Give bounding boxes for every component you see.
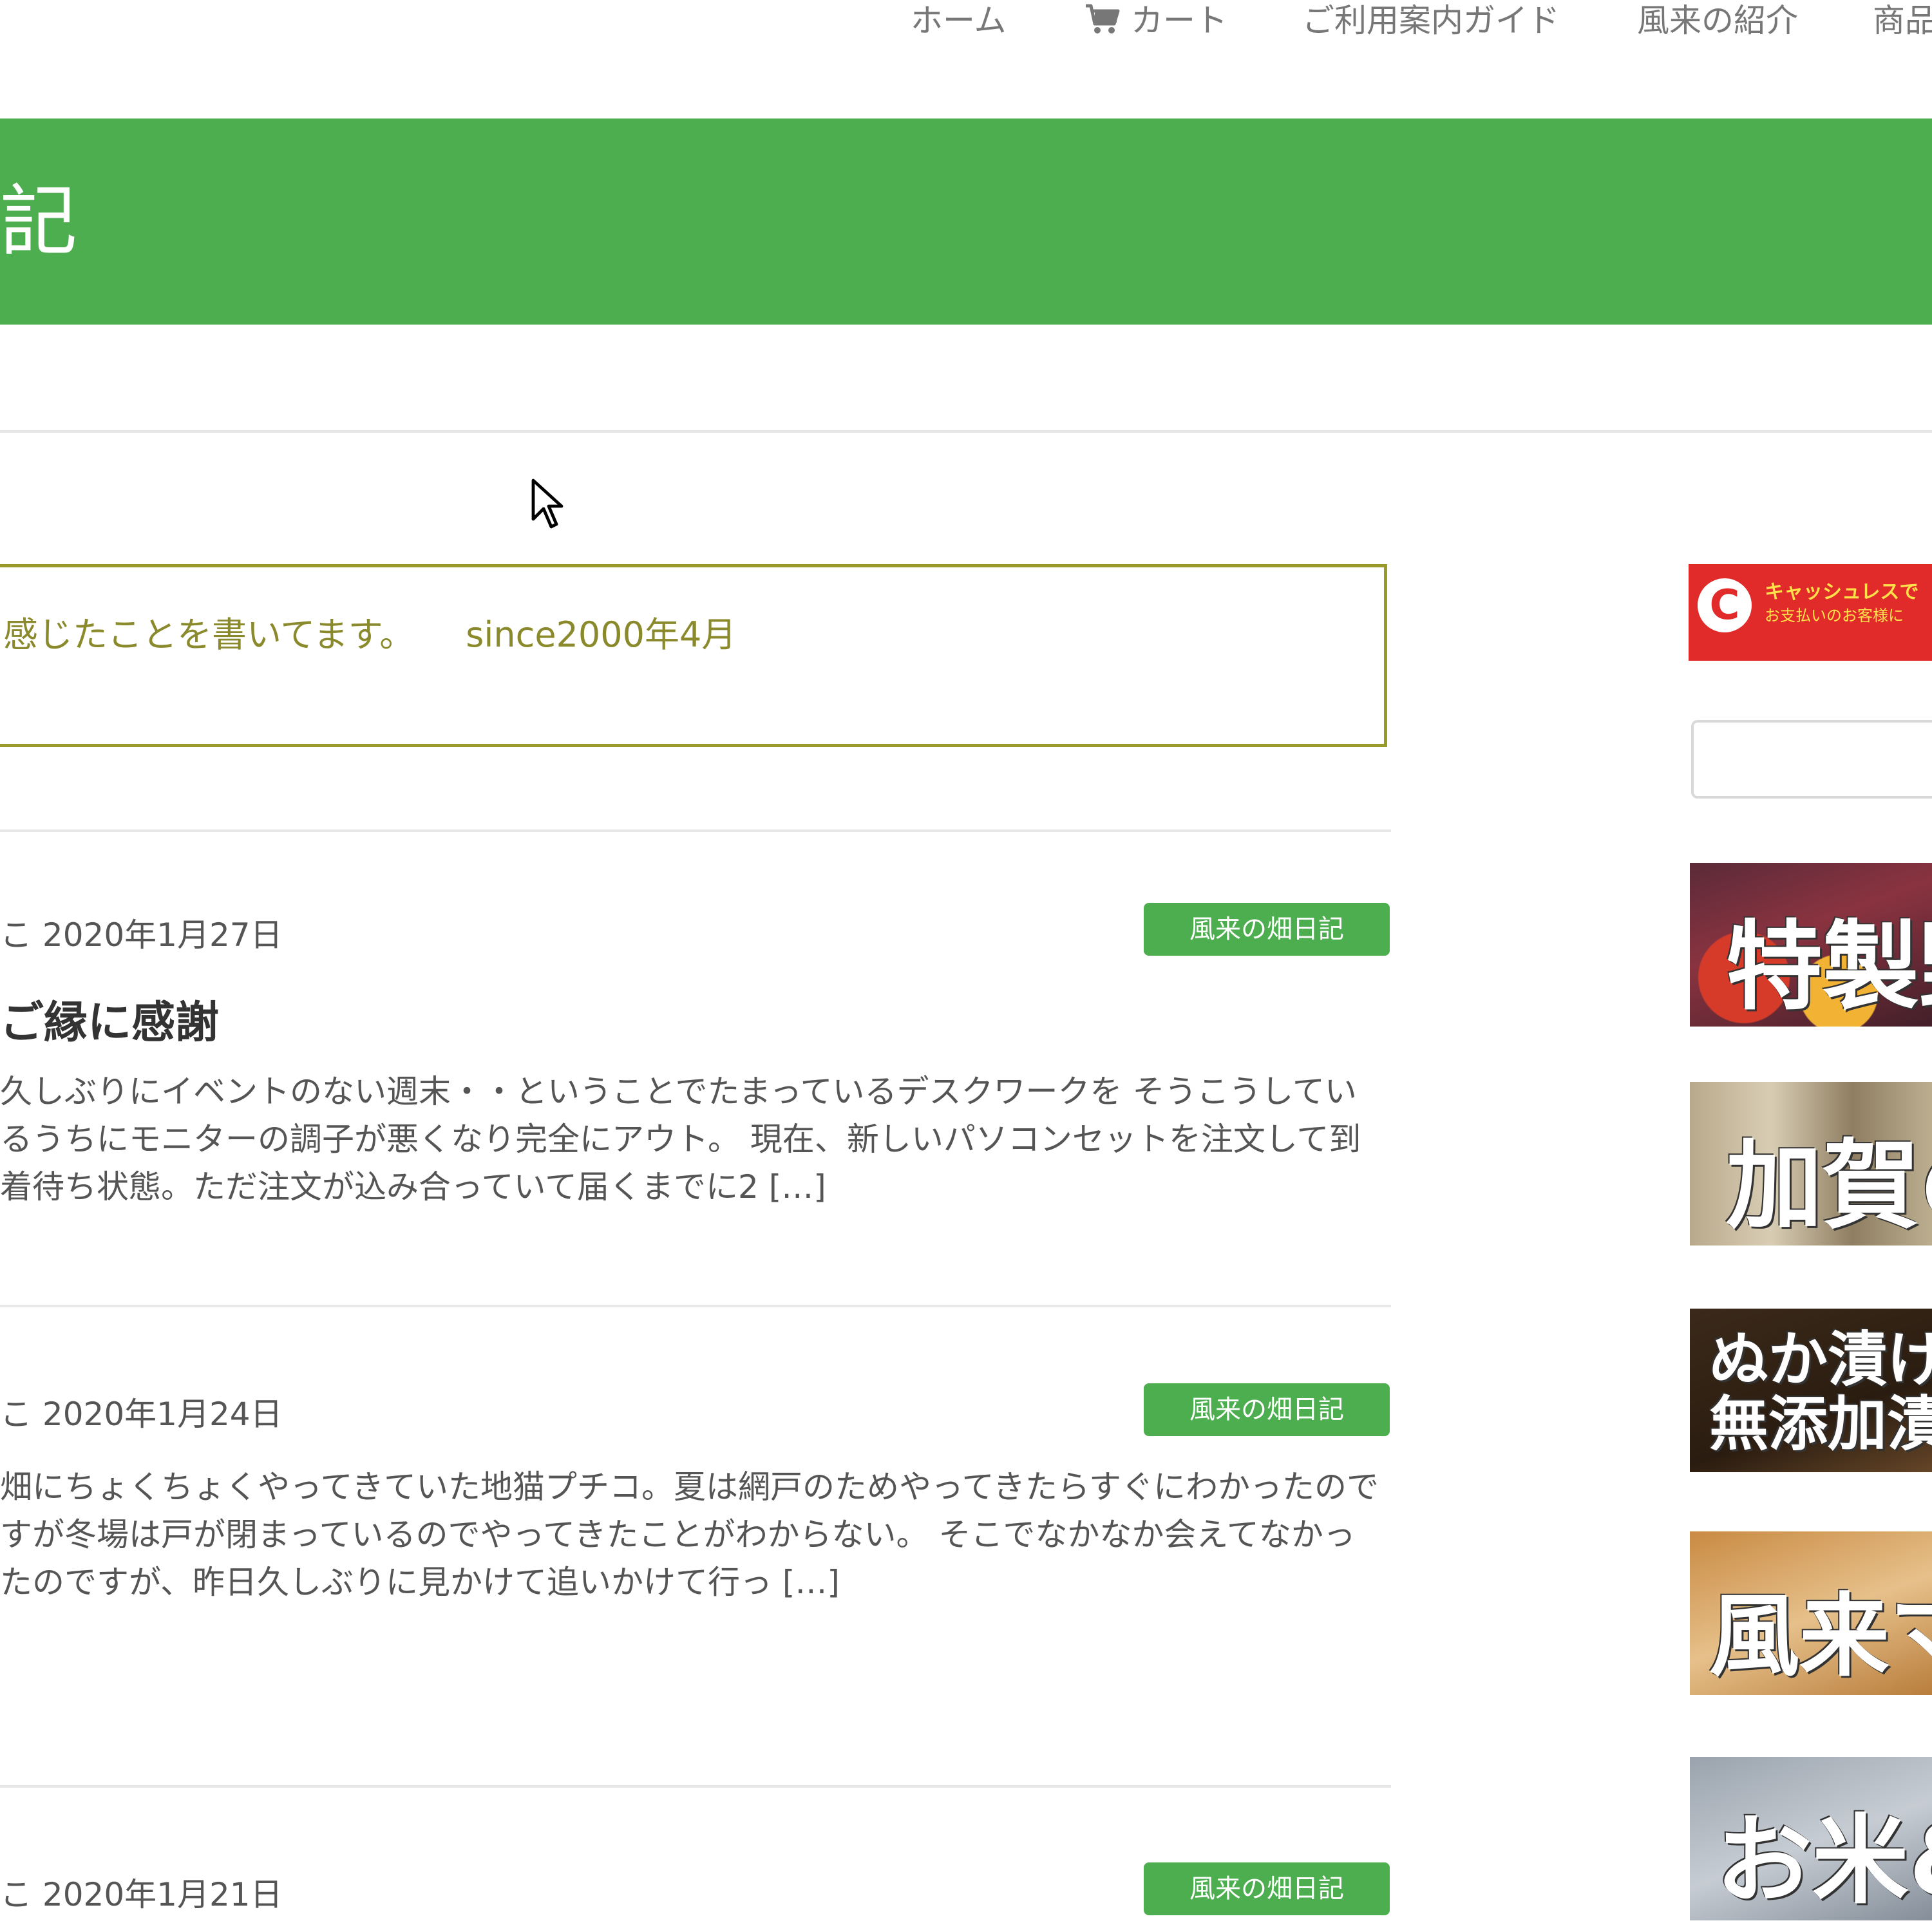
page-title: 記 [0,177,77,267]
sidebar-banner-rice[interactable]: お米& [1690,1757,1932,1920]
page: ホーム カート ご利用案内ガイド 風来の紹介 商品 記 感じたことを書いてます。… [0,0,1932,1932]
post-title[interactable]: ご縁に感謝 [0,987,219,1050]
ad-subline: お支払いのお客様に [1765,607,1904,625]
description-since: since2000年4月 [466,614,737,655]
post-category-badge[interactable]: 風来の畑日記 [1144,903,1390,956]
sidebar-banner-kaga-vegetables[interactable]: 加賀の野 [1690,1082,1932,1245]
post-category-badge[interactable]: 風来の畑日記 [1144,1383,1390,1436]
banner-label: お米& [1716,1805,1932,1917]
post-divider [0,829,1391,832]
sidebar-banner-nukazuke[interactable]: ぬか漬け 無添加漬物 [1690,1309,1932,1472]
sidebar-banner-furai-mama[interactable]: 風来ママの [1690,1531,1932,1695]
post-divider [0,1785,1391,1788]
post-divider [0,1305,1391,1307]
sidebar-search-input[interactable] [1691,720,1932,799]
nav-about-link[interactable]: 風来の紹介 [1637,0,1798,41]
description-text: 感じたことを書いてます。 [3,614,415,655]
banner-label: 特製野 [1726,911,1932,1023]
post-date: こ 2020年1月27日 [0,916,283,954]
nav-home-link[interactable]: ホーム [911,0,1007,41]
ad-headline: キャッシュレスで [1765,581,1919,603]
sidebar-banner-special-vegetables[interactable]: 特製野 [1690,863,1932,1027]
top-navigation: ホーム カート ご利用案内ガイド 風来の紹介 商品 [0,0,1932,52]
cashless-logo: C [1698,578,1752,632]
blog-description-box: 感じたことを書いてます。 since2000年4月 [0,564,1387,747]
cashless-ad-banner[interactable]: C キャッシュレスで お支払いのお客様に [1689,564,1932,661]
cart-icon [1086,4,1120,33]
nav-cart-label: カート [1131,2,1227,39]
header-divider [0,430,1932,433]
nav-cart-link[interactable]: カート [1084,0,1227,41]
banner-label: 加賀の野 [1726,1130,1932,1242]
blog-description: 感じたことを書いてます。 since2000年4月 [3,606,736,657]
page-header-banner: 記 [0,118,1932,325]
post-excerpt: 久しぶりにイベントのない週末・・ということでたまっているデスクワークを そうこう… [0,1073,1361,1206]
banner-label: ぬか漬け [1709,1325,1932,1394]
mouse-pointer-icon [531,478,564,529]
banner-sublabel: 無添加漬物 [1709,1390,1932,1459]
nav-products-link[interactable]: 商品 [1873,0,1932,41]
post-category-badge[interactable]: 風来の畑日記 [1144,1862,1390,1915]
banner-label: 風来ママの [1709,1584,1932,1689]
post-excerpt: 畑にちょくちょくやってきていた地猫プチコ。夏は網戸のためやってきたらすぐにわかっ… [0,1468,1379,1601]
post-date: こ 2020年1月21日 [0,1876,283,1913]
post-date: こ 2020年1月24日 [0,1396,283,1433]
nav-guide-link[interactable]: ご利用案内ガイド [1302,0,1560,41]
